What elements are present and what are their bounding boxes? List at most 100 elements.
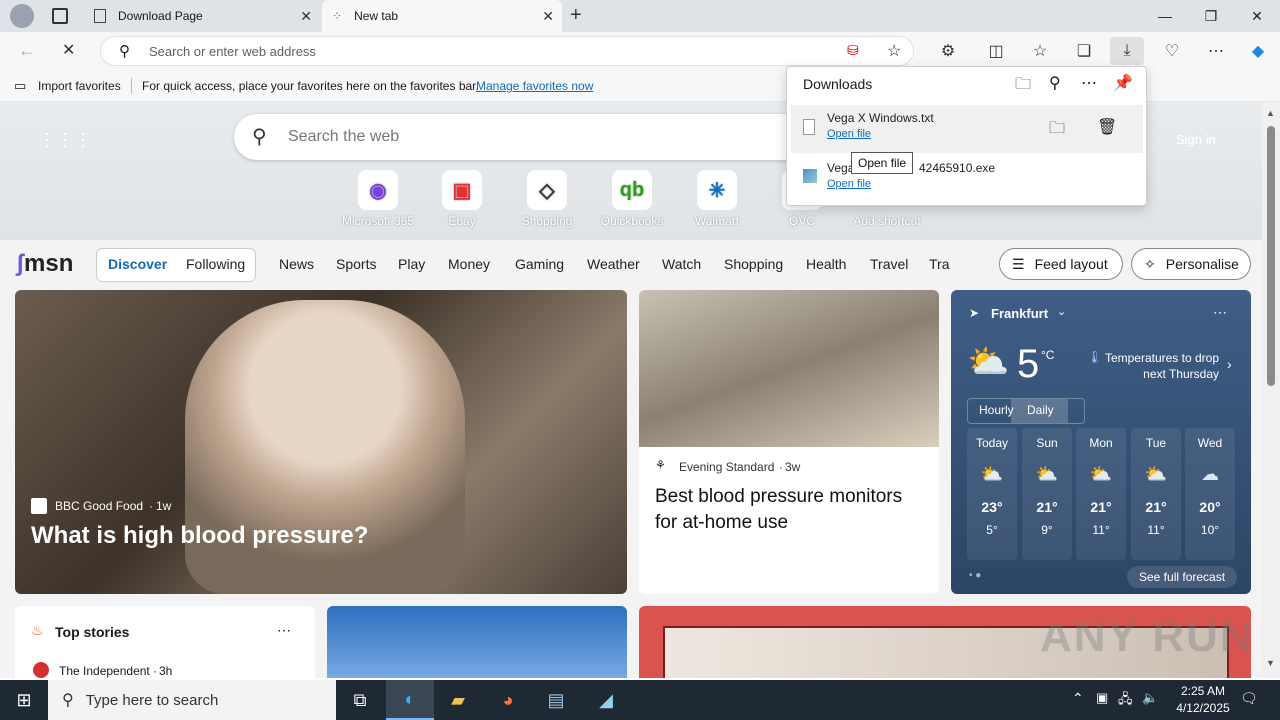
quick-link-walmart[interactable]: ✳ Walmart [677, 170, 757, 228]
chevron-down-icon[interactable]: ⌄ [1057, 305, 1066, 318]
extensions-icon[interactable]: ⚙ [934, 40, 962, 62]
download-item[interactable]: Vega X Windows.txt Open file 🗀 🗑 [791, 105, 1143, 153]
more-options-icon[interactable]: ⋯ [277, 622, 291, 639]
close-icon[interactable]: ✕ [542, 8, 554, 25]
sign-in-button[interactable]: Sign in [1176, 132, 1216, 147]
nav-money[interactable]: Money [448, 256, 490, 272]
network-icon[interactable]: 🖧 [1118, 690, 1133, 712]
nav-health[interactable]: Health [806, 256, 846, 272]
open-file-link[interactable]: Open file [827, 178, 871, 190]
quick-link-ebay[interactable]: ▣ Ebay [422, 170, 502, 228]
download-item[interactable]: Vega 42465910.exe Open file [791, 155, 1143, 203]
nav-shopping[interactable]: Shopping [724, 256, 783, 272]
nav-weather[interactable]: Weather [587, 256, 640, 272]
forecast-day[interactable]: Tue ⛅ 21° 11° [1131, 428, 1181, 560]
page-scrollbar[interactable]: ▲ ▼ [1262, 102, 1280, 678]
close-window-button[interactable]: ✕ [1234, 0, 1280, 32]
notifications-icon[interactable]: 🗨 [1240, 690, 1258, 707]
more-options-icon[interactable]: ⋯ [1081, 73, 1097, 93]
open-folder-icon[interactable]: 🗀 [1015, 73, 1031, 100]
chevron-up-icon[interactable]: ⌃ [1072, 690, 1084, 707]
minimize-button[interactable]: — [1142, 0, 1188, 32]
forecast-day[interactable]: Wed ☁ 20° 10° [1185, 428, 1235, 560]
web-search-input[interactable]: Search the web [288, 128, 399, 146]
personalise-button[interactable]: ✧ Personalise [1131, 248, 1251, 280]
second-news-card[interactable]: ⚘ Evening Standard · 3w Best blood press… [639, 290, 939, 594]
tab-daily[interactable]: Daily [1011, 399, 1068, 423]
top-stories-card[interactable]: ♨ Top stories ⋯ The Independent · 3h [15, 606, 315, 678]
address-input[interactable]: Search or enter web address [149, 44, 316, 59]
apps-grid-icon[interactable]: ⋮⋮⋮ [38, 130, 92, 151]
delete-icon[interactable]: 🗑 [1097, 117, 1117, 137]
forecast-day[interactable]: Sun ⛅ 21° 9° [1022, 428, 1072, 560]
clock-date[interactable]: 4/12/2025 [1170, 701, 1236, 715]
scroll-down-icon[interactable]: ▼ [1266, 658, 1275, 668]
forecast-day[interactable]: Today ⛅ 23° 5° [967, 428, 1017, 560]
forecast-day[interactable]: Mon ⛅ 21° 11° [1076, 428, 1126, 560]
nav-sports[interactable]: Sports [336, 256, 376, 272]
import-favorites-button[interactable]: Import favorites [38, 79, 121, 93]
see-full-forecast-button[interactable]: See full forecast [1127, 566, 1238, 588]
profile-icon[interactable] [10, 4, 34, 28]
tab-hourly[interactable]: Hourly [979, 403, 1014, 417]
favorite-star-icon[interactable]: ☆ [887, 41, 901, 61]
copilot-icon[interactable]: ◆ [1244, 40, 1272, 62]
scrollbar-thumb[interactable] [1267, 126, 1275, 386]
tab-new-tab[interactable]: ⁘ New tab ✕ [322, 0, 562, 32]
device-icon[interactable]: ▣ [1096, 690, 1108, 706]
firefox-icon[interactable]: ◕ [484, 680, 532, 720]
tab-download-page[interactable]: Download Page ✕ [84, 0, 320, 32]
chevron-right-icon[interactable]: › [1227, 356, 1232, 372]
taskbar-search-input[interactable]: Type here to search [86, 692, 219, 709]
news-card[interactable] [327, 606, 627, 678]
nav-gaming[interactable]: Gaming [515, 256, 564, 272]
edge-icon[interactable]: ◐ [386, 680, 434, 720]
nav-travel[interactable]: Travel [870, 256, 908, 272]
nav-watch[interactable]: Watch [662, 256, 701, 272]
app-installer-icon[interactable]: ▤ [532, 680, 580, 720]
restore-button[interactable]: ❐ [1188, 0, 1234, 32]
nav-play[interactable]: Play [398, 256, 425, 272]
search-icon[interactable]: ⚲ [1049, 73, 1061, 93]
address-bar[interactable]: ⚲ Search or enter web address ⛁ ☆ [100, 36, 914, 66]
article-title[interactable]: Best blood pressure monitors for at-home… [655, 484, 915, 536]
pin-icon[interactable]: 📌 [1113, 73, 1133, 93]
quick-link-shopping[interactable]: ◇ Shopping [507, 170, 587, 228]
task-view-icon[interactable]: ⧉ [336, 680, 384, 720]
notepad-icon[interactable]: ◢ [582, 680, 630, 720]
new-tab-button[interactable]: + [570, 4, 582, 27]
weather-location[interactable]: Frankfurt [991, 306, 1048, 321]
nav-traffic[interactable]: Tra [929, 256, 949, 272]
feed-layout-button[interactable]: ☰ Feed layout [999, 248, 1123, 280]
downloads-icon[interactable]: ⤓ [1110, 37, 1144, 65]
quick-link-quickbooks[interactable]: qb Quickbooks [592, 170, 672, 228]
weather-card[interactable]: ➤ Frankfurt ⌄ ⋯ ⛅ 5 °C 🌡 Temperatures to… [951, 290, 1251, 594]
favorites-icon[interactable]: ☆ [1026, 40, 1054, 62]
clock-time[interactable]: 2:25 AM [1172, 684, 1234, 698]
tab-following[interactable]: Following [186, 256, 245, 272]
article-title[interactable]: What is high blood pressure? [31, 522, 368, 550]
stop-loading-button[interactable]: ✕ [62, 40, 75, 60]
manage-favorites-link[interactable]: Manage favorites now [476, 79, 593, 93]
split-screen-icon[interactable]: ◫ [982, 40, 1010, 62]
collections-icon[interactable]: ❏ [1070, 40, 1098, 62]
volume-icon[interactable]: 🔈 [1142, 690, 1158, 706]
more-menu-icon[interactable]: ⋯ [1202, 40, 1230, 62]
open-file-link[interactable]: Open file [827, 128, 871, 140]
browser-essentials-icon[interactable]: ♡ [1158, 40, 1186, 62]
tab-actions-icon[interactable] [52, 8, 68, 24]
windows-start-icon[interactable]: ⊞ [0, 680, 48, 720]
file-explorer-icon[interactable]: ▰ [434, 680, 482, 720]
tab-discover[interactable]: Discover [108, 256, 167, 272]
more-options-icon[interactable]: ⋯ [1213, 304, 1227, 321]
msn-logo[interactable]: ʃmsn [16, 250, 73, 278]
main-news-card[interactable]: BBC Good Food · 1w What is high blood pr… [15, 290, 627, 594]
show-in-folder-icon[interactable]: 🗀 [1049, 117, 1065, 144]
quick-link-microsoft365[interactable]: ◉ Microsoft 365 [338, 170, 418, 228]
web-search-box[interactable]: ⚲ Search the web [234, 114, 834, 160]
nav-news[interactable]: News [279, 256, 314, 272]
taskbar-search[interactable]: ⚲ Type here to search [48, 680, 336, 720]
tracking-icon[interactable]: ⛁ [847, 42, 859, 59]
scroll-up-icon[interactable]: ▲ [1266, 108, 1275, 118]
back-button[interactable]: ← [18, 40, 36, 61]
